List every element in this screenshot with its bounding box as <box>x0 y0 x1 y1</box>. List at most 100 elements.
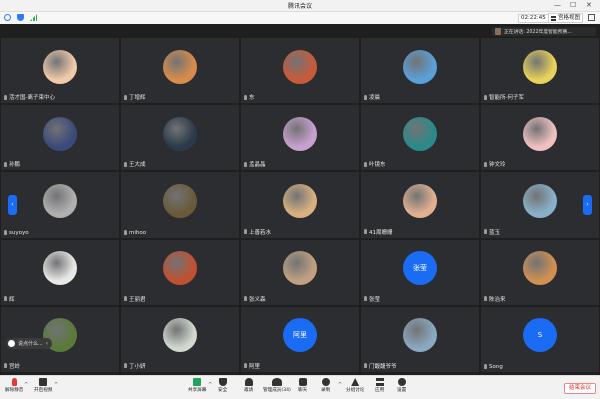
participant-tile[interactable]: 丁增辉 <box>121 38 239 104</box>
invite-button[interactable]: 邀请 <box>244 378 253 393</box>
fullscreen-icon[interactable] <box>588 14 595 21</box>
invite-label: 邀请 <box>244 388 254 393</box>
network-signal-icon[interactable] <box>30 14 37 21</box>
microphone-muted-icon <box>364 94 367 100</box>
chat-button[interactable]: 聊天 <box>298 378 307 393</box>
microphone-muted-icon <box>244 161 247 167</box>
prev-page-button[interactable]: ‹ <box>8 195 17 215</box>
apps-button[interactable]: 应用 <box>375 378 384 393</box>
participant-tile[interactable]: mihoo <box>121 172 239 238</box>
participant-name: 41周姗姗 <box>369 229 393 236</box>
participant-name-row: 叶镜东 <box>364 160 386 168</box>
participant-avatar <box>43 116 77 151</box>
participant-tile[interactable]: 钟文玲 <box>481 105 599 171</box>
video-button[interactable]: 开启视频 <box>34 378 52 393</box>
participant-tile[interactable]: 智能所-何子军 <box>481 38 599 104</box>
participant-tile[interactable]: 东 <box>241 38 359 104</box>
minimize-icon[interactable]: — <box>554 1 561 10</box>
participant-avatar <box>283 116 317 151</box>
record-options-caret-icon[interactable]: ^ <box>338 382 342 388</box>
participant-avatar <box>163 318 197 353</box>
view-mode-button[interactable]: 宫格视图 <box>548 13 584 23</box>
participant-name: 宫岭 <box>9 363 21 370</box>
share-options-caret-icon[interactable]: ^ <box>208 382 212 388</box>
meeting-info-icon[interactable] <box>4 14 11 21</box>
participant-tile[interactable]: 阿里 阿里 <box>241 306 359 372</box>
participant-avatar: 张莹 <box>403 251 437 286</box>
settings-label: 设置 <box>397 388 407 393</box>
speaker-avatar <box>495 28 501 35</box>
participant-tile[interactable]: 孟晶晶 <box>241 105 359 171</box>
microphone-muted-icon <box>4 296 7 302</box>
invite-person-icon <box>244 378 253 386</box>
participant-name-row: 孟晶晶 <box>244 160 266 168</box>
participant-name-row: 王丽君 <box>124 295 146 303</box>
participant-name: 门馥馥爷爷 <box>369 363 397 370</box>
audio-options-caret-icon[interactable]: ^ <box>24 382 28 388</box>
participant-avatar <box>523 184 557 219</box>
participant-tile[interactable]: S Song <box>481 306 599 372</box>
participant-name: 张莹 <box>369 296 381 303</box>
close-icon[interactable]: ✕ <box>586 1 592 10</box>
record-button[interactable]: 录制 <box>321 378 330 393</box>
view-mode-label: 宫格视图 <box>558 15 581 21</box>
participant-name-row: 丁小妍 <box>124 362 146 370</box>
microphone-muted-icon <box>11 378 17 386</box>
participant-tile[interactable]: 凌晨 <box>361 38 479 104</box>
microphone-muted-icon <box>124 296 127 302</box>
microphone-muted-icon <box>364 296 367 302</box>
participant-avatar <box>283 49 317 84</box>
manage-members-button[interactable]: 管理成员(34) <box>263 378 291 393</box>
mute-label: 解除静音 <box>5 388 24 393</box>
participant-tile[interactable]: 张莹 张莹 <box>361 239 479 305</box>
participant-avatar <box>163 251 197 286</box>
chat-quick-input[interactable]: 说点什么... ‹ <box>6 338 53 349</box>
collapse-chevron-icon[interactable]: ‹ <box>46 340 48 347</box>
participant-name: 阿里 <box>249 363 261 370</box>
participant-tile[interactable]: 王丽君 <box>121 239 239 305</box>
participant-tile[interactable]: 王大成 <box>121 105 239 171</box>
participant-name: 王丽君 <box>129 296 146 303</box>
mute-button[interactable]: 解除静音 <box>5 378 23 393</box>
participant-avatar <box>283 184 317 219</box>
participant-name: 钟文玲 <box>489 162 506 169</box>
breakout-rooms-button[interactable]: 分组讨论 <box>346 378 364 393</box>
participant-tile[interactable]: suyoyo <box>1 172 119 238</box>
settings-button[interactable]: 设置 <box>397 378 406 393</box>
participant-tile[interactable]: 叶镜东 <box>361 105 479 171</box>
microphone-muted-icon <box>484 229 487 235</box>
chat-bubble-icon <box>8 340 15 347</box>
participant-name-row: 蓝玉 <box>484 228 500 236</box>
security-button[interactable]: 安全 <box>218 378 227 393</box>
participant-name: 孟晶晶 <box>249 162 266 169</box>
share-screen-button[interactable]: 共享屏幕 <box>188 378 206 393</box>
participant-tile[interactable]: 门馥馥爷爷 <box>361 306 479 372</box>
video-options-caret-icon[interactable]: ^ <box>54 382 58 388</box>
meeting-info-bar: 02:22:45 宫格视图 <box>0 12 600 24</box>
participant-name-row: Song <box>484 364 503 370</box>
participant-tile[interactable]: 孙鹏 <box>1 105 119 171</box>
participant-name: suyoyo <box>9 229 29 236</box>
next-page-button[interactable]: › <box>583 195 592 215</box>
microphone-muted-icon <box>4 94 7 100</box>
speaking-text: 正在讲话: 2022年度智能所赛... <box>504 30 572 35</box>
participant-tile[interactable]: 陈治来 <box>481 239 599 305</box>
participant-avatar <box>163 116 197 151</box>
participant-name: 凌晨 <box>369 95 381 102</box>
participant-tile[interactable]: 41周姗姗 <box>361 172 479 238</box>
participant-tile[interactable]: 上善若水 <box>241 172 359 238</box>
security-shield-icon[interactable] <box>17 14 24 21</box>
participant-name: 叶镜东 <box>369 162 386 169</box>
video-label: 开启视频 <box>34 388 53 393</box>
microphone-muted-icon <box>244 94 247 100</box>
breakout-rooms-label: 分组讨论 <box>346 388 365 393</box>
participant-tile[interactable]: 活才国-离子束中心 <box>1 38 119 104</box>
participant-tile[interactable]: 辉 <box>1 239 119 305</box>
end-meeting-button[interactable]: 结束会议 <box>564 383 597 394</box>
participant-tile[interactable]: 张义森 <box>241 239 359 305</box>
participant-avatar <box>283 251 317 286</box>
title-bar: 腾讯会议 — ☐ ✕ <box>0 0 600 12</box>
maximize-icon[interactable]: ☐ <box>570 1 576 10</box>
participant-tile[interactable]: 丁小妍 <box>121 306 239 372</box>
participant-tile[interactable]: 蓝玉 <box>481 172 599 238</box>
